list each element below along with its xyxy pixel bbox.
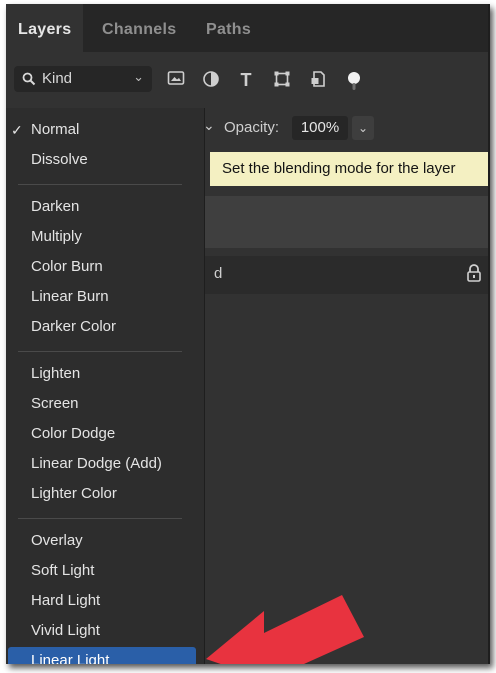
- menu-item-color-burn[interactable]: Color Burn: [6, 253, 204, 281]
- menu-item-normal[interactable]: ✓ Normal: [6, 116, 204, 144]
- layer-name: d: [214, 265, 223, 282]
- menu-item-linear-burn[interactable]: Linear Burn: [6, 283, 204, 311]
- tab-paths[interactable]: Paths: [206, 4, 251, 52]
- opacity-label: Opacity:: [224, 119, 280, 136]
- smart-object-filter-icon[interactable]: [308, 70, 328, 90]
- menu-item-multiply[interactable]: Multiply: [6, 223, 204, 251]
- adjustment-filter-icon[interactable]: [201, 70, 221, 90]
- opacity-input[interactable]: 100%: [292, 116, 348, 140]
- menu-separator: [18, 184, 182, 185]
- blend-mode-tooltip: Set the blending mode for the layer: [210, 152, 488, 186]
- shape-filter-icon[interactable]: [272, 70, 292, 90]
- menu-item-vivid-light[interactable]: Vivid Light: [6, 617, 204, 645]
- filter-kind-label: Kind: [42, 70, 73, 87]
- menu-item-soft-light[interactable]: Soft Light: [6, 557, 204, 585]
- blend-mode-menu: ✓ Normal Dissolve Darken Multiply Color …: [6, 108, 205, 664]
- tab-layers[interactable]: Layers: [6, 4, 84, 52]
- tab-channels[interactable]: Channels: [102, 4, 176, 52]
- image-filter-icon[interactable]: [166, 70, 186, 90]
- red-arrow-annotation: [206, 595, 364, 664]
- menu-item-overlay[interactable]: Overlay: [6, 527, 204, 555]
- checkmark-icon: ✓: [11, 122, 23, 138]
- lock-icon: [466, 263, 482, 283]
- menu-item-linear-dodge[interactable]: Linear Dodge (Add): [6, 450, 204, 478]
- opacity-dropdown-button[interactable]: ⌄: [352, 116, 374, 140]
- layers-panel: Layers Channels Paths Kind ⌄ T ⌄ Opacity…: [6, 4, 490, 664]
- menu-item-darker-color[interactable]: Darker Color: [6, 313, 204, 341]
- menu-item-darken[interactable]: Darken: [6, 193, 204, 221]
- layer-filter-row: Kind ⌄ T: [6, 62, 488, 102]
- menu-item-linear-light[interactable]: Linear Light: [8, 647, 196, 664]
- chevron-down-icon: ⌄: [133, 69, 144, 84]
- type-filter-icon[interactable]: T: [236, 70, 256, 90]
- menu-item-lighter-color[interactable]: Lighter Color: [6, 480, 204, 508]
- menu-item-hard-light[interactable]: Hard Light: [6, 587, 204, 615]
- search-icon: [22, 69, 36, 90]
- menu-separator: [18, 351, 182, 352]
- menu-item-screen[interactable]: Screen: [6, 390, 204, 418]
- filter-toggle-icon[interactable]: [344, 70, 364, 90]
- menu-item-lighten[interactable]: Lighten: [6, 360, 204, 388]
- panel-tab-bar: Layers Channels Paths: [6, 4, 488, 52]
- menu-separator: [18, 518, 182, 519]
- menu-item-color-dodge[interactable]: Color Dodge: [6, 420, 204, 448]
- filter-kind-select[interactable]: Kind ⌄: [14, 66, 152, 92]
- menu-item-dissolve[interactable]: Dissolve: [6, 146, 204, 174]
